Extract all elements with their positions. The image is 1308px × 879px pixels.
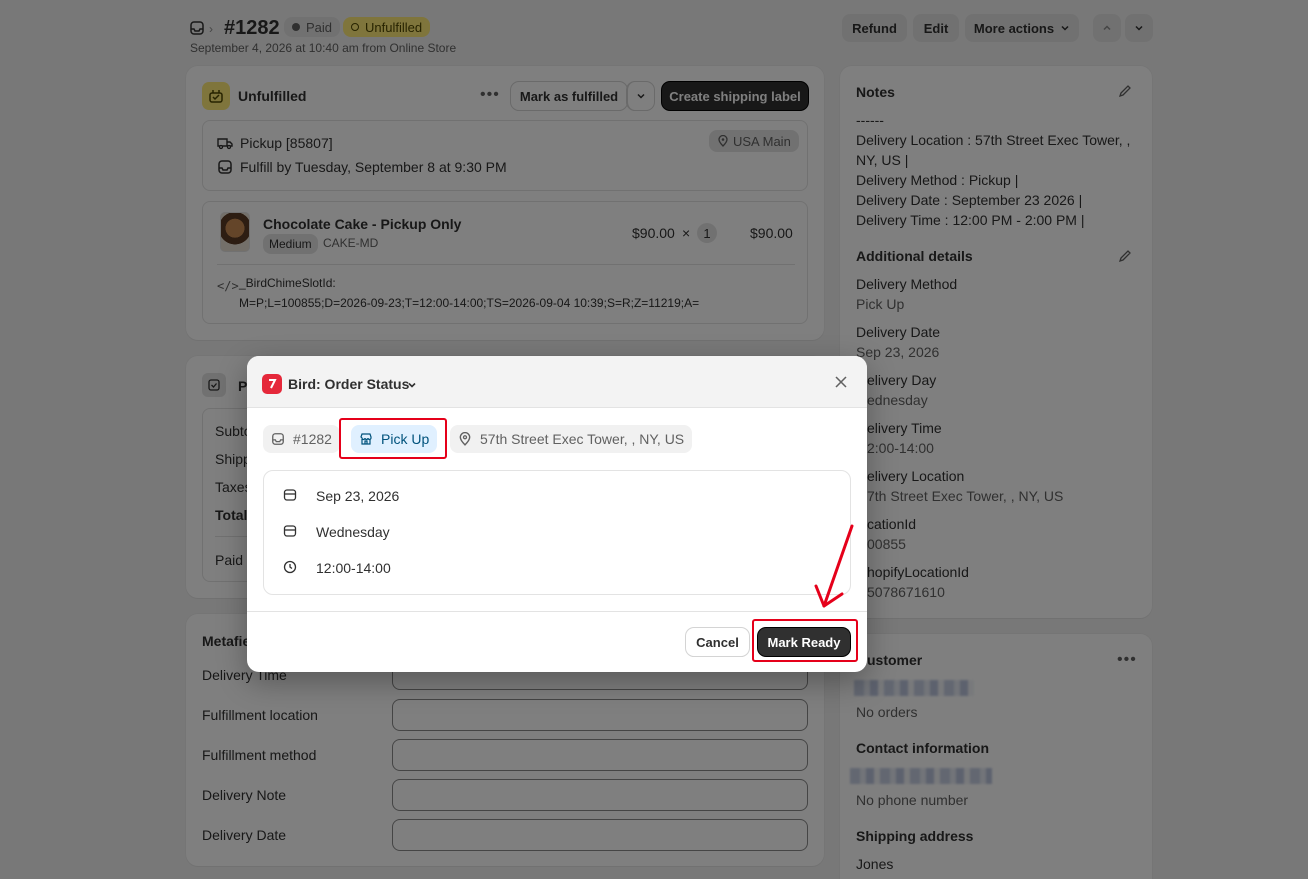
close-icon[interactable] — [834, 375, 848, 389]
calendar-icon — [283, 488, 297, 502]
modal-footer-divider — [247, 611, 867, 612]
clock-icon — [283, 560, 297, 574]
annotation-arrow-icon — [810, 522, 860, 612]
bird-app-icon — [262, 374, 282, 394]
pickup-time: 12:00-14:00 — [316, 560, 391, 576]
calendar-day-icon — [283, 524, 297, 538]
cancel-button[interactable]: Cancel — [686, 628, 749, 656]
pickup-date: Sep 23, 2026 — [316, 488, 400, 504]
order-chip: #1282 — [263, 425, 340, 453]
pickup-highlight-box — [339, 418, 447, 459]
mark-ready-highlight-box — [752, 619, 858, 662]
pickup-day: Wednesday — [316, 524, 390, 540]
location-pin-icon — [458, 432, 472, 446]
title-chevron-down-icon[interactable] — [407, 380, 417, 390]
location-chip: 57th Street Exec Tower, , NY, US — [450, 425, 693, 453]
modal-title[interactable]: Bird: Order Status — [288, 376, 409, 392]
orders-icon — [271, 432, 285, 446]
